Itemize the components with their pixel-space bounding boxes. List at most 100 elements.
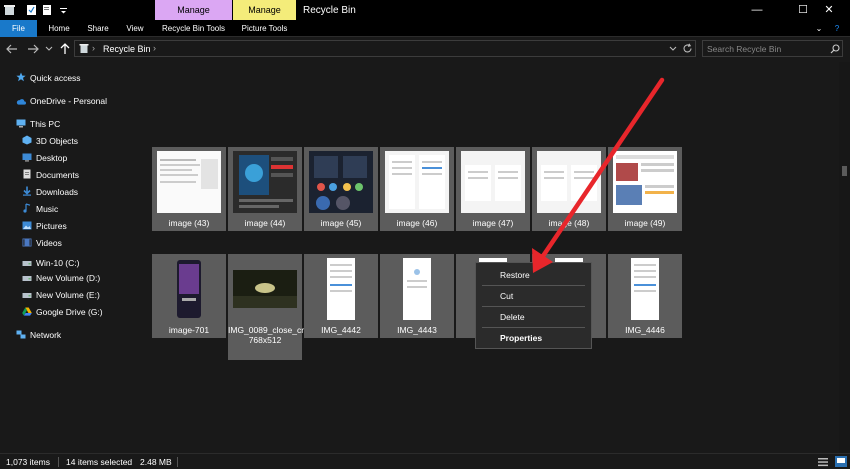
tab-picture-tools[interactable]: Picture Tools: [233, 20, 296, 37]
new-folder-icon[interactable]: [42, 4, 53, 16]
file-list-view[interactable]: image (43) image (44) image (45) image (46)…: [141, 62, 839, 453]
recycle-bin-icon: [4, 5, 15, 15]
drive-icon: [22, 256, 32, 266]
tab-view[interactable]: View: [121, 20, 149, 37]
nav-item-label: 3D Objects: [36, 136, 79, 146]
breadcrumb-separator-icon[interactable]: ›: [153, 43, 156, 53]
file-item[interactable]: IMG_4446: [608, 254, 682, 338]
nav-item-desktop[interactable]: Desktop: [22, 150, 67, 166]
file-name: image (45): [320, 218, 362, 228]
nav-item-label: Network: [30, 330, 62, 340]
nav-item-new-volume-e[interactable]: New Volume (E:): [22, 287, 100, 303]
tab-file[interactable]: File: [0, 20, 37, 37]
nav-item-network[interactable]: Network: [16, 327, 61, 343]
tab-home[interactable]: Home: [43, 20, 75, 37]
file-name: IMG_4446: [625, 325, 665, 335]
address-dropdown-icon[interactable]: [669, 46, 677, 52]
nav-item-new-volume-d[interactable]: New Volume (D:): [22, 270, 100, 286]
expand-ribbon-icon[interactable]: ⌄: [812, 20, 826, 37]
explorer-window: Manage Manage Recycle Bin — ☐ ✕ File Hom…: [0, 0, 850, 469]
status-divider: [177, 457, 178, 467]
address-bar[interactable]: › Recycle Bin ›: [74, 40, 696, 57]
nav-item-label: New Volume (E:): [36, 290, 100, 300]
file-item[interactable]: IMG_4443: [380, 254, 454, 338]
title-bar: Manage Manage Recycle Bin — ☐ ✕: [0, 0, 850, 20]
qat-dropdown-icon[interactable]: [58, 4, 69, 16]
breadcrumb-separator-icon[interactable]: ›: [92, 43, 95, 53]
item-count: 1,073 items: [6, 457, 50, 467]
search-box[interactable]: [702, 40, 843, 57]
nav-item-label: Pictures: [36, 221, 67, 231]
file-thumbnail: [233, 151, 297, 213]
nav-item-label: This PC: [30, 119, 61, 129]
file-item[interactable]: image (44): [228, 147, 302, 231]
menu-item-delete[interactable]: Delete: [477, 308, 590, 326]
menu-item-cut[interactable]: Cut: [477, 287, 590, 305]
nav-item-quick-access[interactable]: Quick access: [16, 70, 81, 86]
nav-item-label: Google Drive (G:): [36, 307, 103, 317]
minimize-button[interactable]: —: [734, 0, 780, 20]
nav-item-this-pc[interactable]: This PC: [16, 116, 60, 132]
videos-icon: [22, 236, 32, 247]
details-view-icon[interactable]: [818, 457, 828, 467]
file-item[interactable]: IMG_0089_close_crop_ISO6400-768x512: [228, 254, 355, 360]
file-item[interactable]: IMG_4442: [304, 254, 378, 338]
tab-recycle-bin-tools[interactable]: Recycle Bin Tools: [155, 20, 232, 37]
pictures-icon: [22, 219, 32, 230]
search-icon[interactable]: [830, 44, 840, 54]
menu-item-properties[interactable]: Properties: [477, 329, 590, 347]
file-name: IMG_4443: [397, 325, 437, 335]
large-icons-view-icon[interactable]: [835, 456, 847, 467]
nav-item-google-drive-g[interactable]: Google Drive (G:): [22, 304, 103, 320]
nav-item-downloads[interactable]: Downloads: [22, 184, 78, 200]
file-thumbnail: [613, 258, 677, 320]
file-item[interactable]: image (46): [380, 147, 454, 231]
nav-item-music[interactable]: Music: [22, 201, 58, 217]
nav-item-pictures[interactable]: Pictures: [22, 218, 67, 234]
drive-icon: [22, 288, 32, 298]
forward-arrow-icon[interactable]: [27, 44, 39, 54]
selected-size: 2.48 MB: [140, 457, 172, 467]
manage-picture-context-tab[interactable]: Manage: [233, 0, 296, 20]
nav-item-videos[interactable]: Videos: [22, 235, 62, 251]
properties-icon[interactable]: [26, 4, 37, 16]
nav-item-label: Quick access: [30, 73, 81, 83]
file-thumbnail: [157, 258, 221, 320]
tab-share[interactable]: Share: [82, 20, 114, 37]
back-arrow-icon[interactable]: [6, 44, 18, 54]
search-input[interactable]: [707, 43, 827, 55]
scrollbar-thumb[interactable]: [842, 166, 847, 176]
file-item[interactable]: image (49): [608, 147, 682, 231]
file-item[interactable]: image (45): [304, 147, 378, 231]
menu-item-restore[interactable]: Restore: [477, 266, 590, 284]
file-item[interactable]: image (47): [456, 147, 530, 231]
nav-item-label: Desktop: [36, 153, 68, 163]
drive-icon: [22, 271, 32, 281]
manage-recycle-bin-context-tab[interactable]: Manage: [155, 0, 232, 20]
file-item[interactable]: image (48): [532, 147, 606, 231]
breadcrumb-recycle-bin[interactable]: Recycle Bin: [103, 44, 151, 54]
nav-item-label: Downloads: [36, 187, 79, 197]
vertical-scrollbar[interactable]: [839, 62, 850, 453]
file-thumbnail: [461, 151, 525, 213]
refresh-icon[interactable]: [682, 43, 693, 54]
music-icon: [22, 202, 32, 213]
help-icon[interactable]: ?: [830, 20, 844, 37]
recent-locations-chevron-icon[interactable]: [45, 46, 53, 52]
nav-item-documents[interactable]: Documents: [22, 167, 79, 183]
up-arrow-icon[interactable]: [60, 43, 70, 55]
close-button[interactable]: ✕: [806, 0, 850, 20]
desktop-icon: [22, 151, 32, 162]
file-item[interactable]: image-701: [152, 254, 226, 338]
file-item[interactable]: image (43): [152, 147, 226, 231]
selected-count: 14 items selected: [66, 457, 133, 467]
nav-item-onedrive-personal[interactable]: OneDrive - Personal: [16, 93, 107, 109]
file-thumbnail: [385, 151, 449, 213]
document-icon: [22, 168, 32, 179]
nav-item-win-10-c[interactable]: Win-10 (C:): [22, 255, 79, 271]
file-name: image (47): [472, 218, 514, 228]
nav-item-3d-objects[interactable]: 3D Objects: [22, 133, 78, 149]
file-thumbnail: [385, 258, 449, 320]
menu-separator: [482, 285, 585, 286]
file-name: image (48): [548, 218, 590, 228]
